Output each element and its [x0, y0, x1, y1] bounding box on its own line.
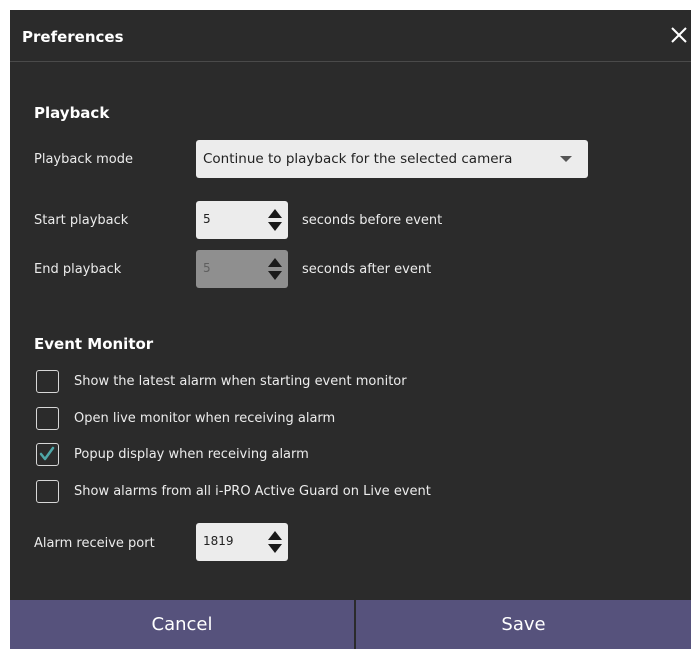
checkbox-open-live-monitor[interactable]	[36, 407, 59, 430]
start-playback-value: 5	[203, 212, 211, 226]
checkbox-label: Popup display when receiving alarm	[74, 447, 309, 462]
start-playback-stepper[interactable]: 5	[196, 201, 288, 239]
checkbox-label: Show the latest alarm when starting even…	[74, 374, 407, 389]
cancel-button[interactable]: Cancel	[10, 600, 354, 649]
checkmark-icon	[39, 446, 55, 461]
playback-mode-label: Playback mode	[34, 152, 134, 167]
alarm-port-value: 1819	[203, 534, 234, 548]
end-playback-stepper[interactable]: 5	[196, 250, 288, 288]
save-button[interactable]: Save	[356, 600, 691, 649]
start-playback-label: Start playback	[34, 213, 129, 228]
end-playback-value: 5	[203, 261, 211, 275]
dialog-title: Preferences	[22, 28, 124, 46]
playback-mode-select[interactable]: Continue to playback for the selected ca…	[196, 140, 588, 178]
end-playback-suffix: seconds after event	[302, 262, 432, 277]
event-monitor-heading: Event Monitor	[34, 335, 154, 353]
end-playback-label: End playback	[34, 262, 122, 277]
chevron-down-icon	[560, 156, 572, 162]
checkbox-label: Open live monitor when receiving alarm	[74, 411, 336, 426]
start-playback-suffix: seconds before event	[302, 213, 443, 228]
checkbox-popup-display[interactable]	[36, 443, 59, 466]
title-bar: Preferences	[10, 10, 691, 62]
alarm-port-label: Alarm receive port	[34, 536, 155, 551]
checkbox-show-latest-alarm[interactable]	[36, 370, 59, 393]
spin-arrows-icon[interactable]	[267, 207, 283, 233]
close-icon[interactable]	[667, 21, 691, 49]
spin-arrows-icon[interactable]	[267, 529, 283, 555]
checkbox-label: Show alarms from all i-PRO Active Guard …	[74, 484, 431, 499]
playback-heading: Playback	[34, 104, 110, 122]
alarm-port-stepper[interactable]: 1819	[196, 523, 288, 561]
checkbox-show-all-alarms[interactable]	[36, 480, 59, 503]
preferences-dialog: Preferences Playback Playback mode Conti…	[10, 10, 691, 649]
spin-arrows-icon[interactable]	[267, 256, 283, 282]
playback-mode-value: Continue to playback for the selected ca…	[203, 151, 513, 167]
